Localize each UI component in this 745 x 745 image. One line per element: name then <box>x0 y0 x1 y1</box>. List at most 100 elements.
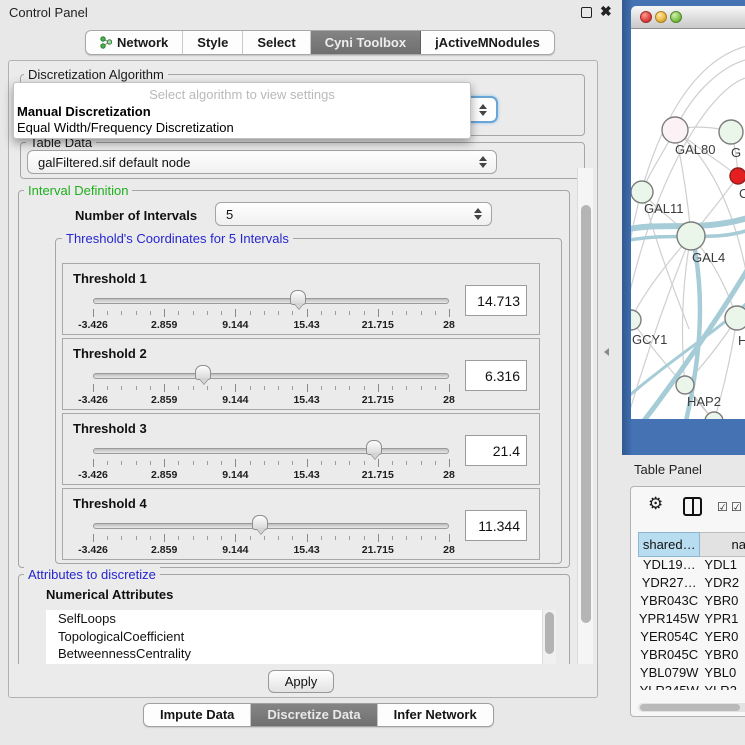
tick-mark <box>235 459 236 467</box>
cell-name[interactable]: YPR1 <box>700 611 745 629</box>
tick-mark <box>364 386 365 390</box>
attribute-list-item[interactable]: TopologicalCoefficient <box>46 628 556 646</box>
attributes-list-scrollbar[interactable] <box>542 610 556 664</box>
node-highlighted-red[interactable] <box>730 168 745 184</box>
tab-select[interactable]: Select <box>243 31 310 54</box>
slider-thumb[interactable] <box>195 365 211 380</box>
cell-shared-name[interactable]: YDR27… <box>638 575 700 593</box>
close-panel-icon[interactable]: ✖ <box>600 3 612 20</box>
table-row[interactable]: YLR345WYLR3 <box>638 683 745 690</box>
dropdown-placeholder-option[interactable]: Select algorithm to view settings <box>14 87 470 102</box>
scrollbar-thumb[interactable] <box>545 612 554 654</box>
node-hap2[interactable] <box>676 376 694 394</box>
node-label-partial: H <box>738 333 745 348</box>
minimize-window-icon[interactable] <box>655 11 667 23</box>
cell-name[interactable]: YBR0 <box>700 593 745 611</box>
node-gal4[interactable] <box>677 222 705 250</box>
tab-infer-network[interactable]: Infer Network <box>378 704 493 726</box>
slider-track[interactable] <box>93 448 449 454</box>
tick-mark <box>207 311 208 315</box>
tick-mark <box>121 536 122 540</box>
table-row[interactable]: YBR045CYBR0 <box>638 647 745 665</box>
zoom-window-icon[interactable] <box>670 11 682 23</box>
cell-name[interactable]: YBR0 <box>700 647 745 665</box>
node-gal11[interactable] <box>631 181 653 203</box>
slider-thumb[interactable] <box>290 290 306 305</box>
tab-network[interactable]: Network <box>86 31 183 54</box>
cell-shared-name[interactable]: YPR145W <box>638 611 700 629</box>
tab-impute-data[interactable]: Impute Data <box>144 704 251 726</box>
slider-track[interactable] <box>93 373 449 379</box>
node-gal80[interactable] <box>662 117 688 143</box>
attribute-list-item[interactable]: SelfLoops <box>46 610 556 628</box>
close-window-icon[interactable] <box>640 11 652 23</box>
cell-shared-name[interactable]: YLR345W <box>638 683 700 690</box>
node-right-h[interactable] <box>725 306 745 330</box>
numerical-attributes-list[interactable]: SelfLoopsTopologicalCoefficientBetweenne… <box>46 610 556 664</box>
cell-name[interactable]: YBL0 <box>700 665 745 683</box>
tick-mark <box>449 534 450 542</box>
table-row[interactable]: YBR043CYBR0 <box>638 593 745 611</box>
tab-style[interactable]: Style <box>183 31 243 54</box>
table-row[interactable]: YBL079WYBL0 <box>638 665 745 683</box>
slider-track[interactable] <box>93 298 449 304</box>
scrollbar-thumb[interactable] <box>640 704 740 711</box>
cell-shared-name[interactable]: YBR045C <box>638 647 700 665</box>
threshold-value-field[interactable]: 14.713 <box>465 285 527 316</box>
tick-label: 2.859 <box>132 469 196 481</box>
tick-mark <box>406 536 407 540</box>
cell-name[interactable]: YLR3 <box>700 683 745 690</box>
discretization-algorithm-group-title: Discretization Algorithm <box>24 67 168 82</box>
cell-shared-name[interactable]: YDL19… <box>638 557 700 575</box>
network-canvas[interactable]: GAL80 G C GAL11 GAL4 GCY1 H HAP2 <box>631 29 745 419</box>
attribute-list-item[interactable]: BetweennessCentrality <box>46 645 556 663</box>
cell-name[interactable]: YDL1 <box>700 557 745 575</box>
cell-shared-name[interactable]: YER054C <box>638 629 700 647</box>
cell-name[interactable]: YER0 <box>700 629 745 647</box>
tick-label: 28 <box>417 319 481 331</box>
threshold-value-field[interactable]: 11.344 <box>465 510 527 541</box>
table-row[interactable]: YPR145WYPR1 <box>638 611 745 629</box>
checkbox-checked-icon[interactable]: ☑ <box>731 500 742 514</box>
table-data-combobox[interactable]: galFiltered.sif default node <box>27 150 497 174</box>
tick-mark <box>235 309 236 317</box>
panel-title: Control Panel <box>9 5 88 20</box>
table-row[interactable]: YDL19…YDL1 <box>638 557 745 575</box>
cell-shared-name[interactable]: YBL079W <box>638 665 700 683</box>
scrollbar-thumb[interactable] <box>581 205 591 623</box>
column-header-name[interactable]: na <box>700 532 745 557</box>
settings-vertical-scrollbar[interactable] <box>577 168 593 664</box>
table-row[interactable]: YDR27…YDR2 <box>638 575 745 593</box>
dropdown-option-manual-discretization[interactable]: Manual Discretization <box>17 104 151 119</box>
apply-button[interactable]: Apply <box>268 670 334 693</box>
tick-label: -3.426 <box>61 469 125 481</box>
tab-jactivemnodules[interactable]: jActiveMNodules <box>421 31 554 54</box>
column-header-shared-name[interactable]: shared… <box>638 532 700 557</box>
cell-name[interactable]: YDR2 <box>700 575 745 593</box>
number-of-intervals-combobox[interactable]: 5 <box>215 202 492 226</box>
checkbox-checked-icon[interactable]: ☑ <box>717 500 728 514</box>
tab-discretize-data[interactable]: Discretize Data <box>251 704 377 726</box>
gear-icon[interactable]: ⚙ <box>648 494 663 514</box>
threshold-value-field[interactable]: 6.316 <box>465 360 527 391</box>
slider-thumb[interactable] <box>366 440 382 455</box>
splitter-collapse-arrow[interactable] <box>604 348 609 356</box>
tab-cyni-toolbox[interactable]: Cyni Toolbox <box>311 31 421 54</box>
cell-shared-name[interactable]: YBR043C <box>638 593 700 611</box>
slider-track[interactable] <box>93 523 449 529</box>
attributes-group-title: Attributes to discretize <box>24 567 160 582</box>
node-top-right[interactable] <box>719 120 743 144</box>
threshold-value-field[interactable]: 21.4 <box>465 435 527 466</box>
tick-label: -3.426 <box>61 319 125 331</box>
combo-arrows-icon <box>478 104 487 116</box>
table-row[interactable]: YER054CYER0 <box>638 629 745 647</box>
dropdown-option-equal-width-frequency[interactable]: Equal Width/Frequency Discretization <box>17 120 234 135</box>
tick-mark <box>136 461 137 465</box>
tick-mark <box>292 536 293 540</box>
network-window-titlebar[interactable] <box>631 6 745 29</box>
columns-icon[interactable] <box>683 497 702 516</box>
node-gcy1[interactable] <box>631 310 641 330</box>
table-horizontal-scrollbar[interactable] <box>638 703 745 712</box>
slider-thumb[interactable] <box>252 515 268 530</box>
float-panel-icon[interactable] <box>581 7 592 18</box>
